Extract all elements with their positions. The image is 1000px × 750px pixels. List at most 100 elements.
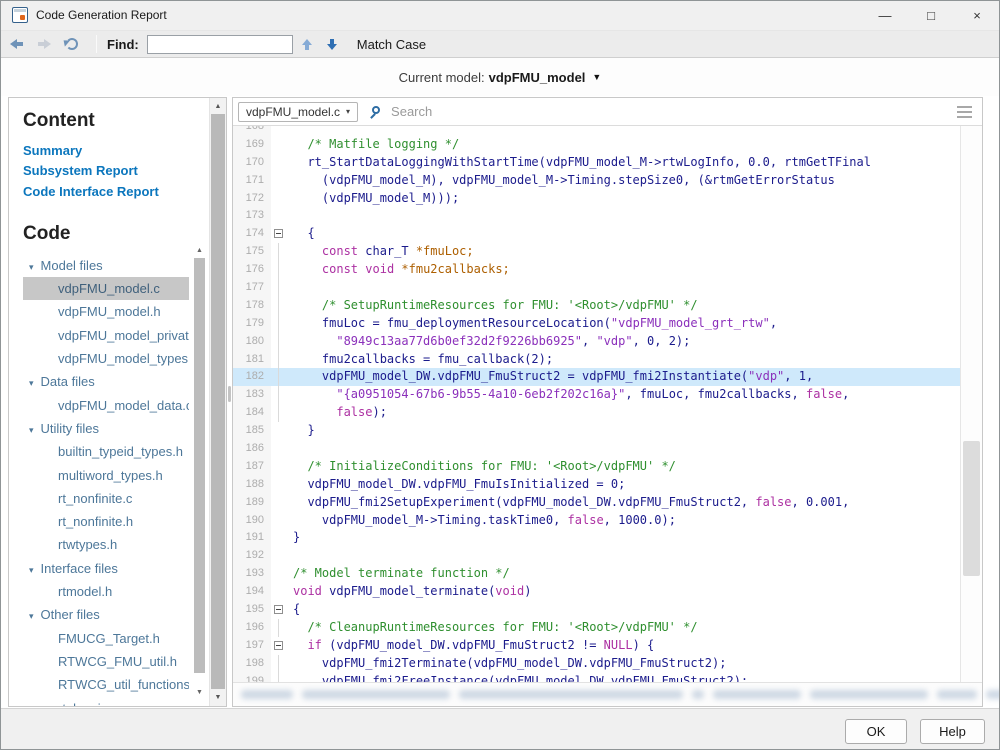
code-line[interactable]: 171 (vdpFMU_model_M), vdpFMU_model_M->Ti… [233,172,960,190]
file-tree-item[interactable]: vdpFMU_model_private.h [23,324,189,347]
file-tree-item[interactable]: FMUCG_Target.h [23,627,189,650]
file-tree-item[interactable]: builtin_typeid_types.h [23,440,189,463]
code-line[interactable]: 197 if (vdpFMU_model_DW.vdpFMU_FmuStruct… [233,637,960,655]
back-button[interactable] [4,33,28,55]
code-line[interactable]: 191} [233,529,960,547]
fold-column [271,637,289,655]
close-button[interactable]: × [954,0,1000,30]
code-line[interactable]: 170 rt_StartDataLoggingWithStartTime(vdp… [233,154,960,172]
category-label: Utility files [41,421,100,436]
file-tree-category[interactable]: ▾Interface files [23,557,189,580]
code-scrollbar[interactable] [960,126,982,682]
sidebar-link-subsystem-report[interactable]: Subsystem Report [23,161,209,181]
code-line[interactable]: 185 } [233,422,960,440]
fold-column [271,225,289,243]
fold-toggle-icon[interactable] [274,605,283,614]
current-model-dropdown-caret-icon[interactable]: ▼ [592,72,601,82]
code-line[interactable]: 176 const void *fmu2callbacks; [233,261,960,279]
code-line[interactable]: 182 vdpFMU_model_DW.vdpFMU_FmuStruct2 = … [233,368,960,386]
window-titlebar: Code Generation Report — □ × [0,0,1000,30]
file-tree-item[interactable]: rtmodel.h [23,580,189,603]
search-input[interactable] [391,104,771,119]
file-tree-item[interactable]: rtwtypes.h [23,533,189,556]
code-line[interactable]: 172 (vdpFMU_model_M))); [233,190,960,208]
scrollbar-thumb[interactable] [194,258,205,673]
find-previous-button[interactable] [296,33,318,55]
code-line[interactable]: 179 fmuLoc = fmu_deploymentResourceLocat… [233,315,960,333]
collapse-caret-icon: ▾ [29,425,34,435]
code-line[interactable]: 175 const char_T *fmuLoc; [233,243,960,261]
file-tree-item[interactable]: vdpFMU_model_data.c [23,394,189,417]
code-line[interactable]: 188 vdpFMU_model_DW.vdpFMU_FmuIsInitiali… [233,476,960,494]
scroll-down-icon[interactable]: ▼ [210,690,226,705]
code-text: } [289,422,315,440]
code-line[interactable]: 199 vdpFMU_fmi2FreeInstance(vdpFMU_model… [233,673,960,682]
code-line[interactable]: 178 /* SetupRuntimeResources for FMU: '<… [233,297,960,315]
code-line[interactable]: 177 [233,279,960,297]
scroll-up-icon[interactable]: ▲ [210,99,226,114]
code-text: vdpFMU_fmi2FreeInstance(vdpFMU_model_DW.… [289,673,748,682]
help-button[interactable]: Help [920,719,985,744]
find-label: Find: [107,37,139,52]
refresh-button[interactable] [60,33,84,55]
scroll-up-icon[interactable]: ▲ [192,244,207,257]
code-line[interactable]: 184 false); [233,404,960,422]
panel-splitter-handle[interactable] [228,386,231,402]
code-line[interactable]: 190 vdpFMU_model_M->Timing.taskTime0, fa… [233,512,960,530]
code-text [289,279,293,297]
find-next-button[interactable] [321,33,343,55]
file-tree-category[interactable]: ▾Model files [23,254,189,277]
file-tree-item[interactable]: RTWCG_FMU_util.h [23,650,189,673]
file-tree-item[interactable]: multiword_types.h [23,464,189,487]
code-line[interactable]: 195{ [233,601,960,619]
find-input[interactable] [147,35,293,54]
file-tree-item[interactable]: vdpFMU_model.c [23,277,189,300]
code-line[interactable]: 183 "{a0951054-67b6-9b55-4a10-6eb2f202c1… [233,386,960,404]
code-line[interactable]: 174 { [233,225,960,243]
scroll-down-icon[interactable]: ▼ [192,686,207,699]
code-line[interactable]: 169 /* Matfile logging */ [233,136,960,154]
file-tree-item[interactable]: rt_nonfinite.h [23,510,189,533]
fold-toggle-icon[interactable] [274,229,283,238]
file-tree-item[interactable]: RTWCG_util_functions.h [23,673,189,696]
sidebar-scrollbar[interactable]: ▲ ▼ [209,98,226,706]
line-number: 183 [233,386,271,404]
scrollbar-thumb[interactable] [211,114,225,689]
file-tree-category[interactable]: ▾Other files [23,603,189,626]
sidebar-link-code-interface-report[interactable]: Code Interface Report [23,182,209,202]
code-line[interactable]: 187 /* InitializeConditions for FMU: '<R… [233,458,960,476]
code-line[interactable]: 192 [233,547,960,565]
forward-button[interactable] [32,33,56,55]
file-tree-category[interactable]: ▾ Utility files [23,417,189,440]
minimize-button[interactable]: — [862,0,908,30]
code-line[interactable]: 186 [233,440,960,458]
fold-column [271,655,289,673]
scrollbar-thumb[interactable] [963,441,980,576]
file-tree-item[interactable]: rt_logging.c [23,697,189,706]
forward-arrow-icon [38,39,51,49]
code-line[interactable]: 196 /* CleanupRuntimeResources for FMU: … [233,619,960,637]
file-tree-scrollbar[interactable]: ▲ ▼ [192,244,207,699]
code-line[interactable]: 193/* Model terminate function */ [233,565,960,583]
code-line[interactable]: 189 vdpFMU_fmi2SetupExperiment(vdpFMU_mo… [233,494,960,512]
code-line[interactable]: 180 "8949c13aa77d6b0ef32d2f9226bb6925", … [233,333,960,351]
hamburger-menu-icon[interactable] [957,106,972,118]
code-line[interactable]: 173 [233,207,960,225]
line-number: 184 [233,404,271,422]
code-line[interactable]: 168 [233,126,960,136]
sidebar-link-summary[interactable]: Summary [23,141,209,161]
file-tree-item[interactable]: vdpFMU_model.h [23,300,189,323]
file-selector-dropdown[interactable]: vdpFMU_model.c ▾ [238,102,358,122]
code-line[interactable]: 194void vdpFMU_model_terminate(void) [233,583,960,601]
fold-column [271,476,289,494]
maximize-button[interactable]: □ [908,0,954,30]
code-line[interactable]: 181 fmu2callbacks = fmu_callback(2); [233,351,960,369]
file-tree-item[interactable]: vdpFMU_model_types.h [23,347,189,370]
code-line[interactable]: 198 vdpFMU_fmi2Terminate(vdpFMU_model_DW… [233,655,960,673]
fold-toggle-icon[interactable] [274,641,283,650]
ok-button[interactable]: OK [845,719,907,744]
file-tree-category[interactable]: ▾Data files [23,370,189,393]
code-text: fmuLoc = fmu_deploymentResourceLocation(… [289,315,777,333]
file-tree-item[interactable]: rt_nonfinite.c [23,487,189,510]
match-case-toggle[interactable]: Match Case [357,37,426,52]
